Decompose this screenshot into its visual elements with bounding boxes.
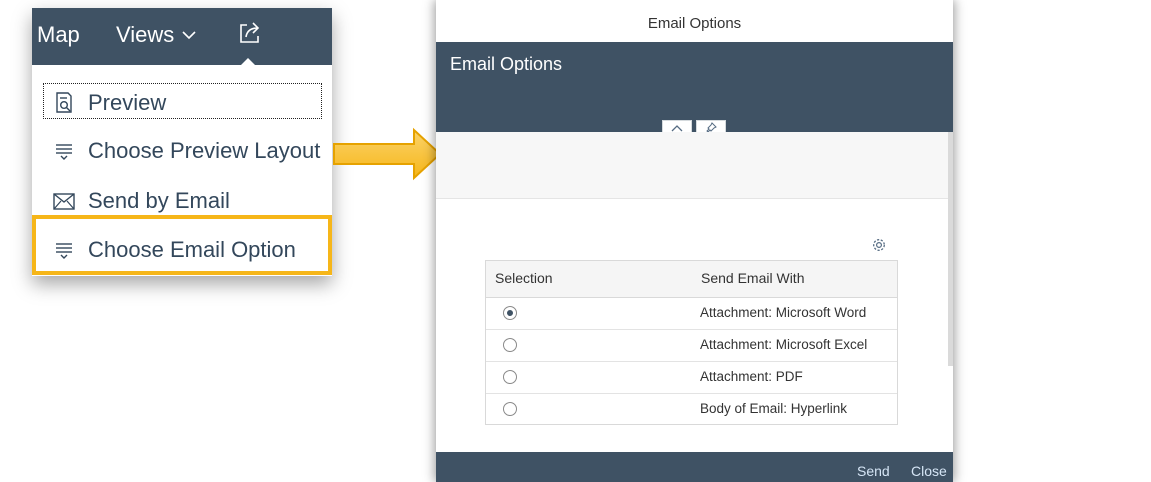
table-row[interactable]: Body of Email: Hyperlink [486, 393, 897, 425]
close-button[interactable]: Close [911, 463, 947, 479]
share-icon[interactable] [237, 20, 263, 46]
row-value: Attachment: Microsoft Word [700, 305, 867, 320]
highlight-frame [32, 215, 332, 275]
radio-button[interactable] [503, 370, 517, 384]
menu-item-choose-preview-layout[interactable]: Choose Preview Layout [32, 129, 332, 173]
chevron-down-icon[interactable] [180, 26, 198, 44]
email-icon [53, 193, 75, 210]
row-value: Attachment: PDF [700, 369, 803, 384]
shell-toolbar: Map Views [32, 8, 332, 66]
pointer-arrow [333, 127, 442, 181]
column-header-send-email-with: Send Email With [701, 270, 805, 286]
column-header-selection: Selection [495, 270, 553, 286]
menu-item-label: Send by Email [88, 188, 230, 213]
dialog-subheader-band [436, 132, 953, 199]
table-row[interactable]: Attachment: PDF [486, 361, 897, 394]
scrollbar[interactable] [948, 132, 953, 366]
send-button[interactable]: Send [857, 463, 890, 479]
radio-button-selected[interactable] [503, 306, 517, 320]
table-header: Selection Send Email With [486, 261, 897, 298]
list-layout-icon [56, 144, 72, 160]
focus-outline [43, 83, 322, 119]
dialog-header: Email Options [436, 42, 953, 136]
email-options-table: Selection Send Email With Attachment: Mi… [485, 260, 898, 425]
row-value: Attachment: Microsoft Excel [700, 337, 868, 352]
dialog-title: Email Options [436, 0, 953, 42]
dialog-footer: Send Close [436, 452, 953, 482]
table-row[interactable]: Attachment: Microsoft Excel [486, 329, 897, 362]
radio-button[interactable] [503, 338, 517, 352]
views-dropdown[interactable]: Views [116, 22, 174, 48]
menu-item-preview[interactable]: Preview [32, 81, 332, 125]
header-title: Email Options [450, 54, 563, 74]
menu-item-label: Choose Preview Layout [88, 138, 321, 163]
gear-icon[interactable] [870, 236, 888, 254]
share-menu-panel: Map Views Preview Choose Preview Layout … [32, 8, 332, 276]
table-row[interactable]: Attachment: Microsoft Word [486, 297, 897, 330]
radio-button[interactable] [503, 402, 517, 416]
row-value: Body of Email: Hyperlink [700, 401, 848, 416]
map-tab[interactable]: Map [37, 22, 80, 48]
email-options-dialog: Email Options Email Options Selection Se… [436, 0, 953, 482]
